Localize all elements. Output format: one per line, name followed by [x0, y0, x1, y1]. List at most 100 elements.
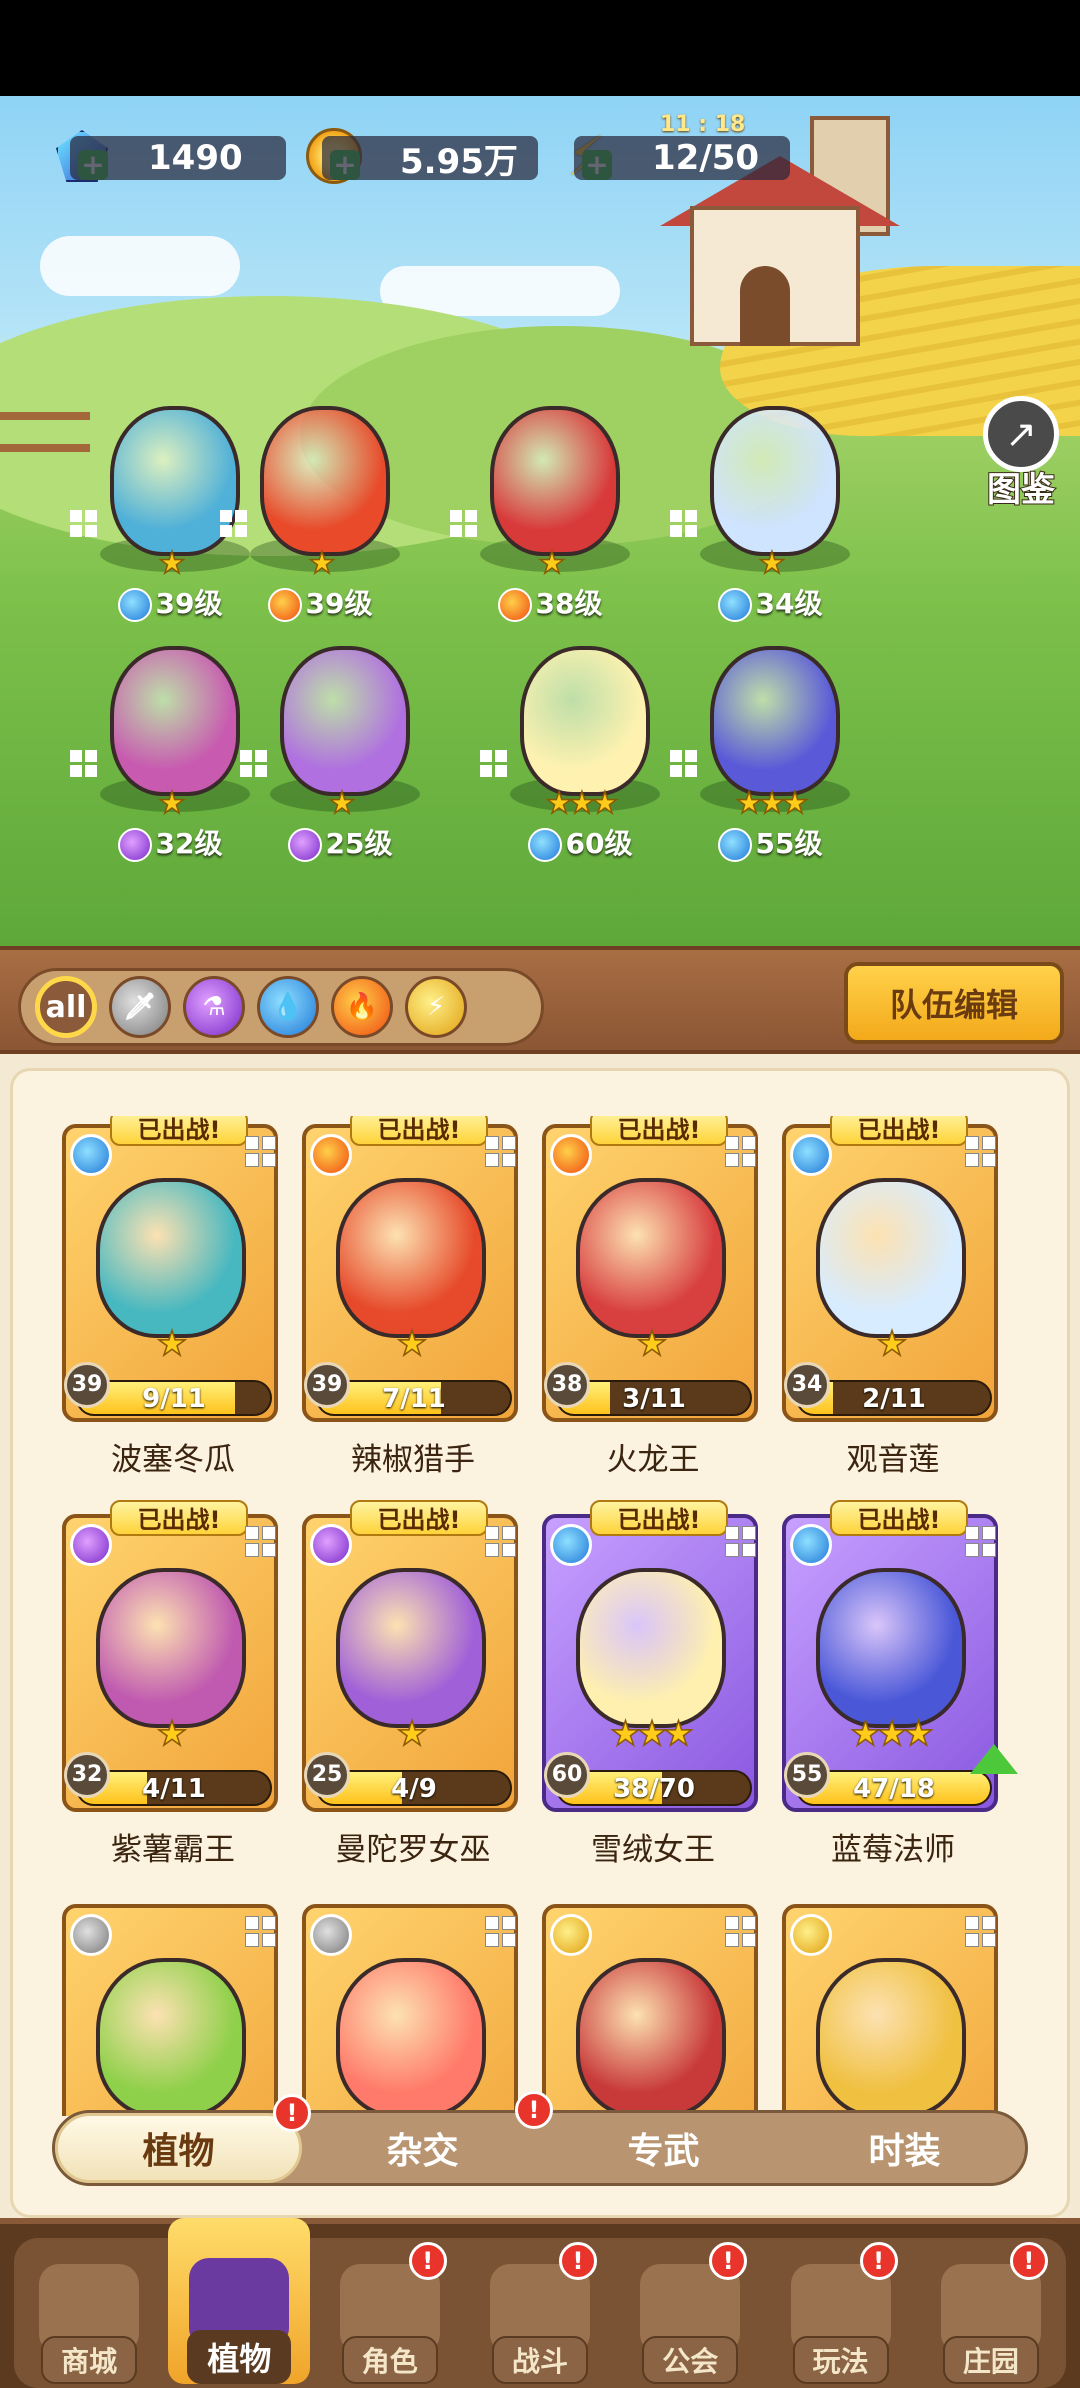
lineup-hero[interactable]: ★★★ 60级: [470, 636, 690, 876]
plant-portrait: [576, 1568, 726, 1728]
position-grid-icon: [480, 750, 507, 777]
poison-element-icon: [70, 1524, 112, 1566]
card-level: 32: [64, 1752, 110, 1798]
plant-card[interactable]: [302, 1896, 524, 2116]
plant-collection-panel: ★ 9/11 已出战! 39 波塞冬瓜 ★ 7/11 已出战! 39 辣椒猎手 …: [0, 1054, 1080, 2224]
bottom-navigation: 商城 植物 角色 ! 战斗 ! 公会 ! 玩法 ! 庄园 !: [0, 2218, 1080, 2388]
lineup-hero[interactable]: ★ 25级: [230, 636, 450, 876]
lineup-scene: + 1490 + 5.95万 ⚡+ 12/50 11 : 18 ↗ 图鉴 ★ 3…: [0, 96, 1080, 946]
plant-card[interactable]: [782, 1896, 1004, 2116]
plant-card[interactable]: ★ 4/9 已出战! 25 曼陀罗女巫: [302, 1500, 524, 1868]
deployed-tag: 已出战!: [350, 1500, 488, 1536]
thunder-element-icon: [550, 1914, 592, 1956]
element-filter-group: all 🗡 ⚗ 💧 🔥 ⚡: [18, 968, 544, 1046]
plant-portrait: [336, 1178, 486, 1338]
lineup-hero[interactable]: ★ 38级: [440, 396, 660, 636]
filter-all-button[interactable]: all: [35, 976, 97, 1038]
team-edit-button[interactable]: 队伍编辑: [844, 962, 1064, 1044]
card-level: 38: [544, 1362, 590, 1408]
nav-guild[interactable]: 公会 !: [619, 2234, 761, 2384]
position-grid-icon: [70, 510, 97, 537]
position-grid-icon: [70, 750, 97, 777]
notification-badge: !: [558, 2242, 597, 2280]
water-element-icon: [790, 1134, 832, 1176]
deployed-tag: 已出战!: [830, 1500, 968, 1536]
upgrade-arrow-icon: [970, 1744, 1018, 1774]
hero-level: 34级: [660, 582, 880, 622]
water-element-icon: [550, 1524, 592, 1566]
nav-plants[interactable]: 植物: [168, 2218, 311, 2384]
fire-element-icon: [310, 1134, 352, 1176]
plant-portrait: [336, 1568, 486, 1728]
filter-bar: all 🗡 ⚗ 💧 🔥 ⚡ 队伍编辑: [0, 946, 1080, 1054]
hero-stars: ★: [538, 545, 566, 582]
poison-element-icon: [287, 828, 322, 862]
nav-shop[interactable]: 商城: [18, 2234, 160, 2384]
position-grid-icon: [725, 1916, 756, 1947]
hero-portrait: [710, 646, 840, 796]
filter-poison-icon[interactable]: ⚗: [183, 976, 245, 1038]
subtab-hybrid[interactable]: 杂交!: [302, 2091, 553, 2183]
hero-portrait: [490, 406, 620, 556]
position-grid-icon: [450, 510, 477, 537]
plant-card[interactable]: ★ 7/11 已出战! 39 辣椒猎手: [302, 1116, 524, 1478]
deployed-tag: 已出战!: [590, 1116, 728, 1146]
water-element-icon: [717, 588, 752, 622]
filter-fire-icon[interactable]: 🔥: [331, 976, 393, 1038]
poison-element-icon: [117, 828, 152, 862]
card-stars: ★: [396, 1713, 428, 1755]
water-element-icon: [117, 588, 152, 622]
subtab-plants[interactable]: 植物!: [55, 2094, 311, 2183]
subtab-exclusive-weapon[interactable]: 专武: [543, 2113, 784, 2183]
position-grid-icon: [670, 510, 697, 537]
lineup-hero[interactable]: ★ 34级: [660, 396, 880, 636]
position-grid-icon: [485, 1526, 516, 1557]
plant-name: 火龙王: [606, 1442, 700, 1478]
position-grid-icon: [965, 1916, 996, 1947]
plant-name: 蓝莓法师: [831, 1832, 955, 1868]
hero-stars: ★: [328, 785, 356, 822]
plant-portrait: [816, 1958, 966, 2116]
plant-name: 波塞冬瓜: [111, 1442, 235, 1478]
notification-badge: !: [709, 2242, 748, 2280]
lineup-hero[interactable]: ★★★ 55级: [660, 636, 880, 876]
plant-portrait: [816, 1178, 966, 1338]
hero-stars: ★: [758, 545, 786, 582]
hero-portrait: [710, 406, 840, 556]
position-grid-icon: [240, 750, 267, 777]
deployed-tag: 已出战!: [110, 1500, 248, 1536]
hero-portrait: [280, 646, 410, 796]
nav-battle[interactable]: 战斗 !: [469, 2234, 611, 2384]
plant-card[interactable]: [542, 1896, 764, 2116]
hero-stars: ★★★: [545, 785, 619, 822]
plant-portrait: [96, 1178, 246, 1338]
encyclopedia-button[interactable]: ↗ 图鉴: [966, 396, 1076, 511]
lineup-hero[interactable]: ★ 39级: [210, 396, 430, 636]
plant-card[interactable]: ★ 9/11 已出战! 39 波塞冬瓜: [62, 1116, 284, 1478]
card-level: 60: [544, 1752, 590, 1798]
energy-count: 12/50: [574, 136, 790, 180]
plant-card-grid: ★ 9/11 已出战! 39 波塞冬瓜 ★ 7/11 已出战! 39 辣椒猎手 …: [62, 1116, 1022, 2116]
position-grid-icon: [670, 750, 697, 777]
nav-gameplay[interactable]: 玩法 !: [770, 2234, 912, 2384]
filter-sword-icon[interactable]: 🗡: [109, 976, 171, 1038]
hero-portrait: [260, 406, 390, 556]
plant-name: 雪绒女王: [591, 1832, 715, 1868]
plant-card[interactable]: ★★★ 47/18 已出战! 55 蓝莓法师: [782, 1500, 1018, 1868]
plant-card[interactable]: ★★★ 38/70 已出战! 60 雪绒女王: [542, 1500, 764, 1868]
plant-card[interactable]: ★ 2/11 已出战! 34 观音莲: [782, 1116, 1004, 1478]
position-grid-icon: [965, 1136, 996, 1167]
subtab-costume[interactable]: 时装: [784, 2113, 1025, 2183]
plant-card[interactable]: [62, 1896, 284, 2116]
filter-water-icon[interactable]: 💧: [257, 976, 319, 1038]
card-stars: ★: [396, 1323, 428, 1365]
nav-manor[interactable]: 庄园 !: [920, 2234, 1062, 2384]
hero-portrait: [520, 646, 650, 796]
nav-characters[interactable]: 角色 !: [319, 2234, 461, 2384]
filter-thunder-icon[interactable]: ⚡: [405, 976, 467, 1038]
position-grid-icon: [485, 1916, 516, 1947]
plant-card[interactable]: ★ 3/11 已出战! 38 火龙王: [542, 1116, 764, 1478]
plant-card[interactable]: ★ 4/11 已出战! 32 紫薯霸王: [62, 1500, 284, 1868]
plant-portrait: [96, 1958, 246, 2116]
fire-element-icon: [497, 588, 532, 622]
